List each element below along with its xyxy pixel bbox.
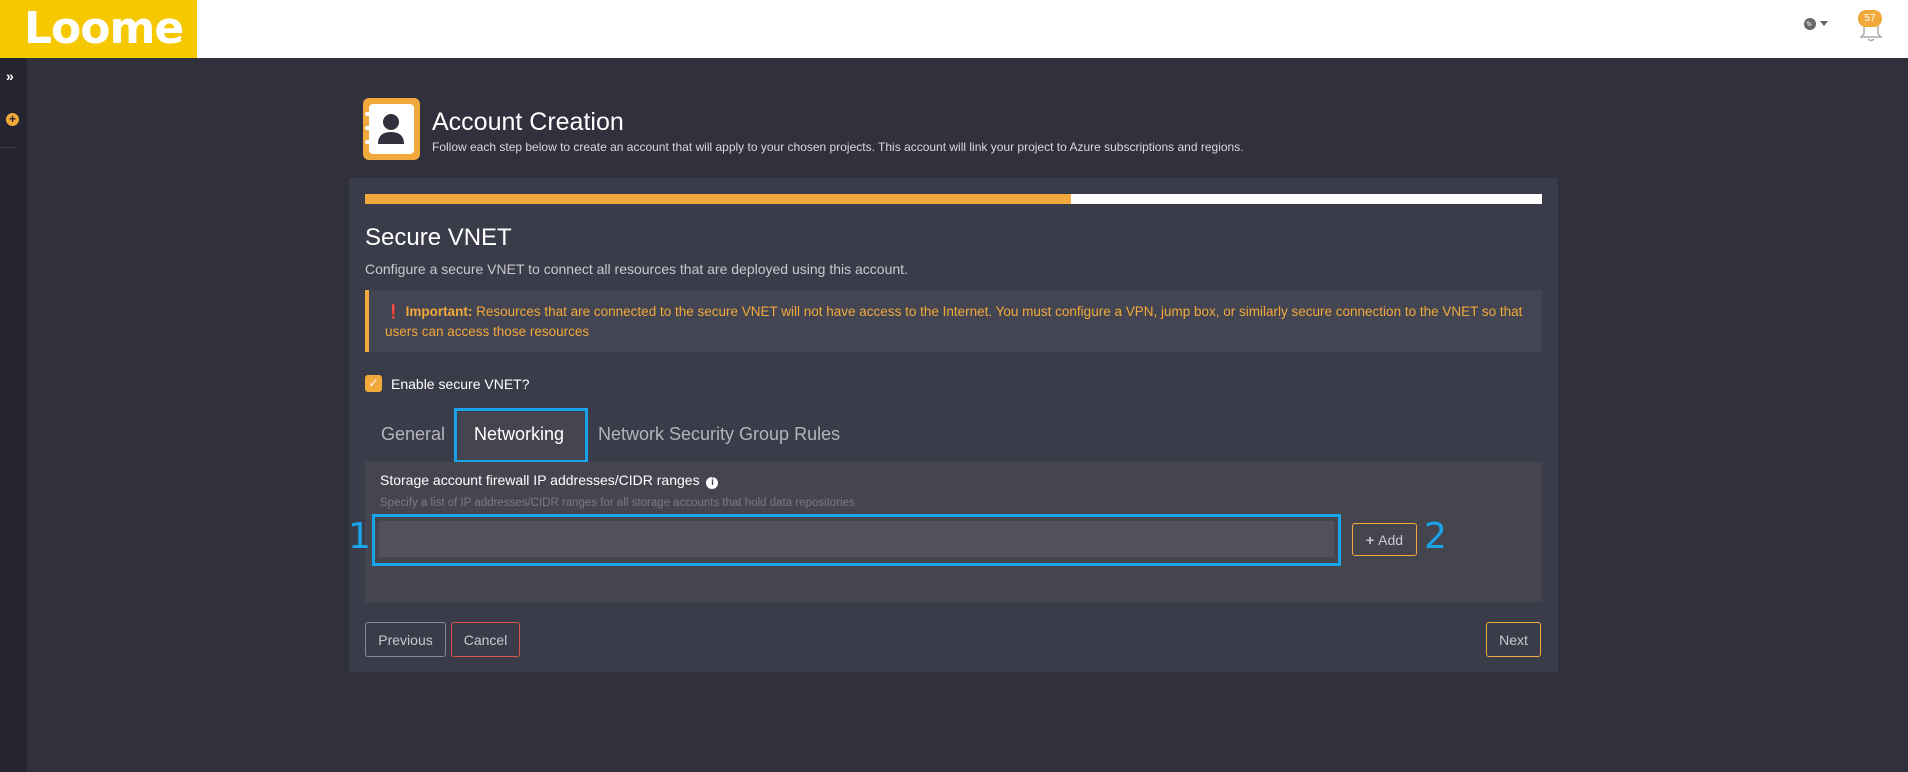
field-label: Storage account firewall IP addresses/CI…	[380, 472, 719, 489]
next-button[interactable]: Next	[1486, 622, 1541, 657]
enable-secure-vnet-row[interactable]: ✓ Enable secure VNET?	[365, 375, 530, 392]
enable-secure-vnet-checkbox[interactable]: ✓	[365, 375, 382, 392]
contact-book-icon	[363, 98, 420, 160]
cancel-button[interactable]: Cancel	[451, 622, 520, 657]
notification-badge: 57	[1858, 10, 1882, 27]
double-chevron-right-icon[interactable]: »	[6, 68, 14, 84]
section-subtitle: Configure a secure VNET to connect all r…	[365, 261, 908, 277]
field-help: Specify a list of IP addresses/CIDR rang…	[380, 497, 855, 509]
progress-bar-fill	[365, 194, 1072, 204]
ip-cidr-input[interactable]	[379, 521, 1334, 557]
language-selector[interactable]	[1803, 17, 1828, 31]
add-button[interactable]: + Add	[1352, 523, 1417, 556]
top-bar: Loome 57	[0, 0, 1908, 58]
important-alert: ❗ Important: Resources that are connecte…	[365, 290, 1542, 352]
previous-button[interactable]: Previous	[365, 622, 446, 657]
add-button-label: Add	[1378, 531, 1404, 548]
tab-general[interactable]: General	[381, 424, 445, 445]
section-title: Secure VNET	[365, 224, 512, 251]
logo[interactable]: Loome	[0, 0, 197, 58]
caret-down-icon	[1820, 21, 1828, 26]
tab-networking-highlight	[454, 408, 588, 463]
globe-icon	[1804, 18, 1816, 30]
logo-text: Loome	[24, 3, 184, 54]
plus-circle-icon[interactable]: +	[6, 113, 19, 126]
tab-network-security-group-rules[interactable]: Network Security Group Rules	[598, 424, 840, 445]
alert-message: Resources that are connected to the secu…	[385, 304, 1523, 339]
page-title: Account Creation	[432, 108, 624, 136]
page-subtitle: Follow each step below to create an acco…	[432, 140, 1244, 154]
sidebar	[0, 58, 27, 772]
alert-prefix: Important:	[405, 304, 473, 319]
progress-bar	[365, 194, 1542, 204]
info-icon[interactable]: i	[706, 477, 719, 489]
info-circle-icon: ❗	[385, 304, 402, 319]
enable-secure-vnet-label: Enable secure VNET?	[391, 375, 530, 392]
annotation-marker-2: 2	[1424, 516, 1447, 557]
field-label-text: Storage account firewall IP addresses/CI…	[380, 472, 700, 488]
plus-icon: +	[1365, 531, 1375, 548]
sidebar-divider	[0, 147, 17, 148]
annotation-marker-1: 1	[348, 516, 371, 557]
